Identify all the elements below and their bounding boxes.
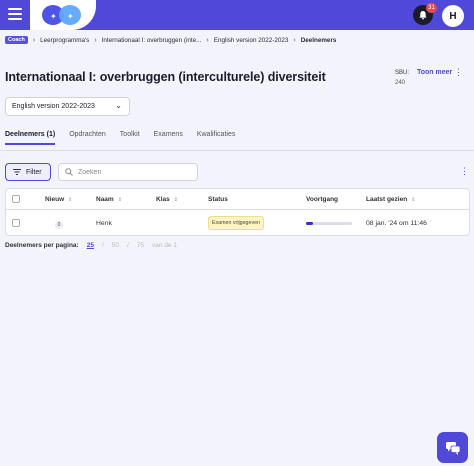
per-page-option-25[interactable]: 25 <box>87 242 94 249</box>
breadcrumb-item-leerprogrammas[interactable]: Leerprogramma's <box>40 37 89 44</box>
user-avatar[interactable]: H <box>442 5 464 27</box>
column-header-klas[interactable]: Klas ⇕ <box>156 196 178 203</box>
column-header-status: Status <box>208 196 228 203</box>
progress-bar <box>306 222 352 225</box>
chevron-right-icon: › <box>206 36 209 44</box>
notification-count-badge: 31 <box>426 3 437 13</box>
new-count-indicator: 0 <box>55 221 63 229</box>
version-select[interactable]: English version 2022-2023 ⌄ <box>5 97 130 116</box>
table-header: Nieuw ⇕ Naam ⇕ Klas ⇕ Status Voortgang Laat… <box>6 189 469 210</box>
chat-button[interactable] <box>437 432 468 463</box>
tab-deelnemers[interactable]: Deelnemers (1) <box>5 131 56 145</box>
tab-kwalificaties[interactable]: Kwalificaties <box>197 131 236 145</box>
column-header-naam[interactable]: Naam ⇕ <box>96 196 122 203</box>
status-badge: Examen vrijgegeven <box>208 216 264 230</box>
row-checkbox[interactable] <box>12 219 20 227</box>
pagination: Deelnemers per pagina: 25 / 50 / 75 van … <box>5 242 177 249</box>
chat-icon <box>445 441 460 455</box>
column-header-laatst-gezien[interactable]: Laatst gezien ⇕ <box>366 196 415 203</box>
breadcrumb-item-version[interactable]: English version 2022-2023 <box>214 37 289 44</box>
tab-bar: Deelnemers (1) Opdrachten Toolkit Examen… <box>5 131 235 145</box>
sort-icon: ⇕ <box>411 197 416 203</box>
filter-label: Filter <box>26 168 42 176</box>
progress-bar-fill <box>306 222 313 225</box>
last-seen: 08 jan. '24 om 11:46 <box>366 220 427 227</box>
app-logo: ✦ ✦ <box>42 5 82 25</box>
participant-name[interactable]: Henk <box>96 220 112 227</box>
more-options-icon[interactable]: ⋮ <box>454 67 463 78</box>
per-page-option-75[interactable]: 75 <box>137 242 144 249</box>
separator: / <box>126 242 129 249</box>
sort-icon: ⇕ <box>173 197 178 203</box>
participants-table: Nieuw ⇕ Naam ⇕ Klas ⇕ Status Voortgang Laat… <box>5 188 470 236</box>
search-icon <box>65 168 73 176</box>
breadcrumb: Coach › Leerprogramma's › Internationaal… <box>5 35 336 45</box>
tab-toolkit[interactable]: Toolkit <box>120 131 140 145</box>
tab-examens[interactable]: Examens <box>154 131 183 145</box>
filter-button[interactable]: Filter <box>5 163 51 181</box>
table-row[interactable]: 0 Henk Examen vrijgegeven 08 jan. '24 om… <box>6 211 469 236</box>
column-header-nieuw[interactable]: Nieuw ⇕ <box>45 196 72 203</box>
column-header-voortgang: Voortgang <box>306 196 339 203</box>
breadcrumb-item-program[interactable]: Internationaal I: overbruggen (inte... <box>102 37 202 44</box>
logo-container[interactable]: ✦ ✦ <box>30 0 96 30</box>
toon-meer-link[interactable]: Toon meer <box>417 69 452 76</box>
search-input[interactable] <box>78 168 188 176</box>
chevron-down-icon: ⌄ <box>115 101 122 110</box>
table-options-icon[interactable]: ⋮ <box>460 166 469 177</box>
pagination-range: van de 1 <box>152 242 177 249</box>
search-box[interactable] <box>58 163 198 181</box>
select-all-checkbox[interactable] <box>12 195 20 203</box>
top-bar: ✦ ✦ 31 H <box>0 0 474 30</box>
tab-divider <box>0 150 474 151</box>
role-badge: Coach <box>5 36 28 44</box>
per-page-label: Deelnemers per pagina: <box>5 242 79 249</box>
filter-icon <box>13 169 21 175</box>
tab-opdrachten[interactable]: Opdrachten <box>69 131 106 145</box>
hamburger-menu-icon[interactable] <box>8 8 22 20</box>
sbu-label: SBU: <box>395 70 410 76</box>
version-select-value: English version 2022-2023 <box>12 103 95 110</box>
page-title: Internationaal I: overbruggen (intercult… <box>5 70 326 84</box>
sort-icon: ⇕ <box>117 197 122 203</box>
sbu-value: 240 <box>395 80 406 86</box>
chevron-right-icon: › <box>293 36 296 44</box>
sort-icon: ⇕ <box>68 197 73 203</box>
per-page-option-50[interactable]: 50 <box>112 242 119 249</box>
chevron-right-icon: › <box>32 36 36 44</box>
separator: / <box>101 242 104 249</box>
breadcrumb-item-current: Deelnemers <box>300 36 337 44</box>
chevron-right-icon: › <box>94 36 97 44</box>
